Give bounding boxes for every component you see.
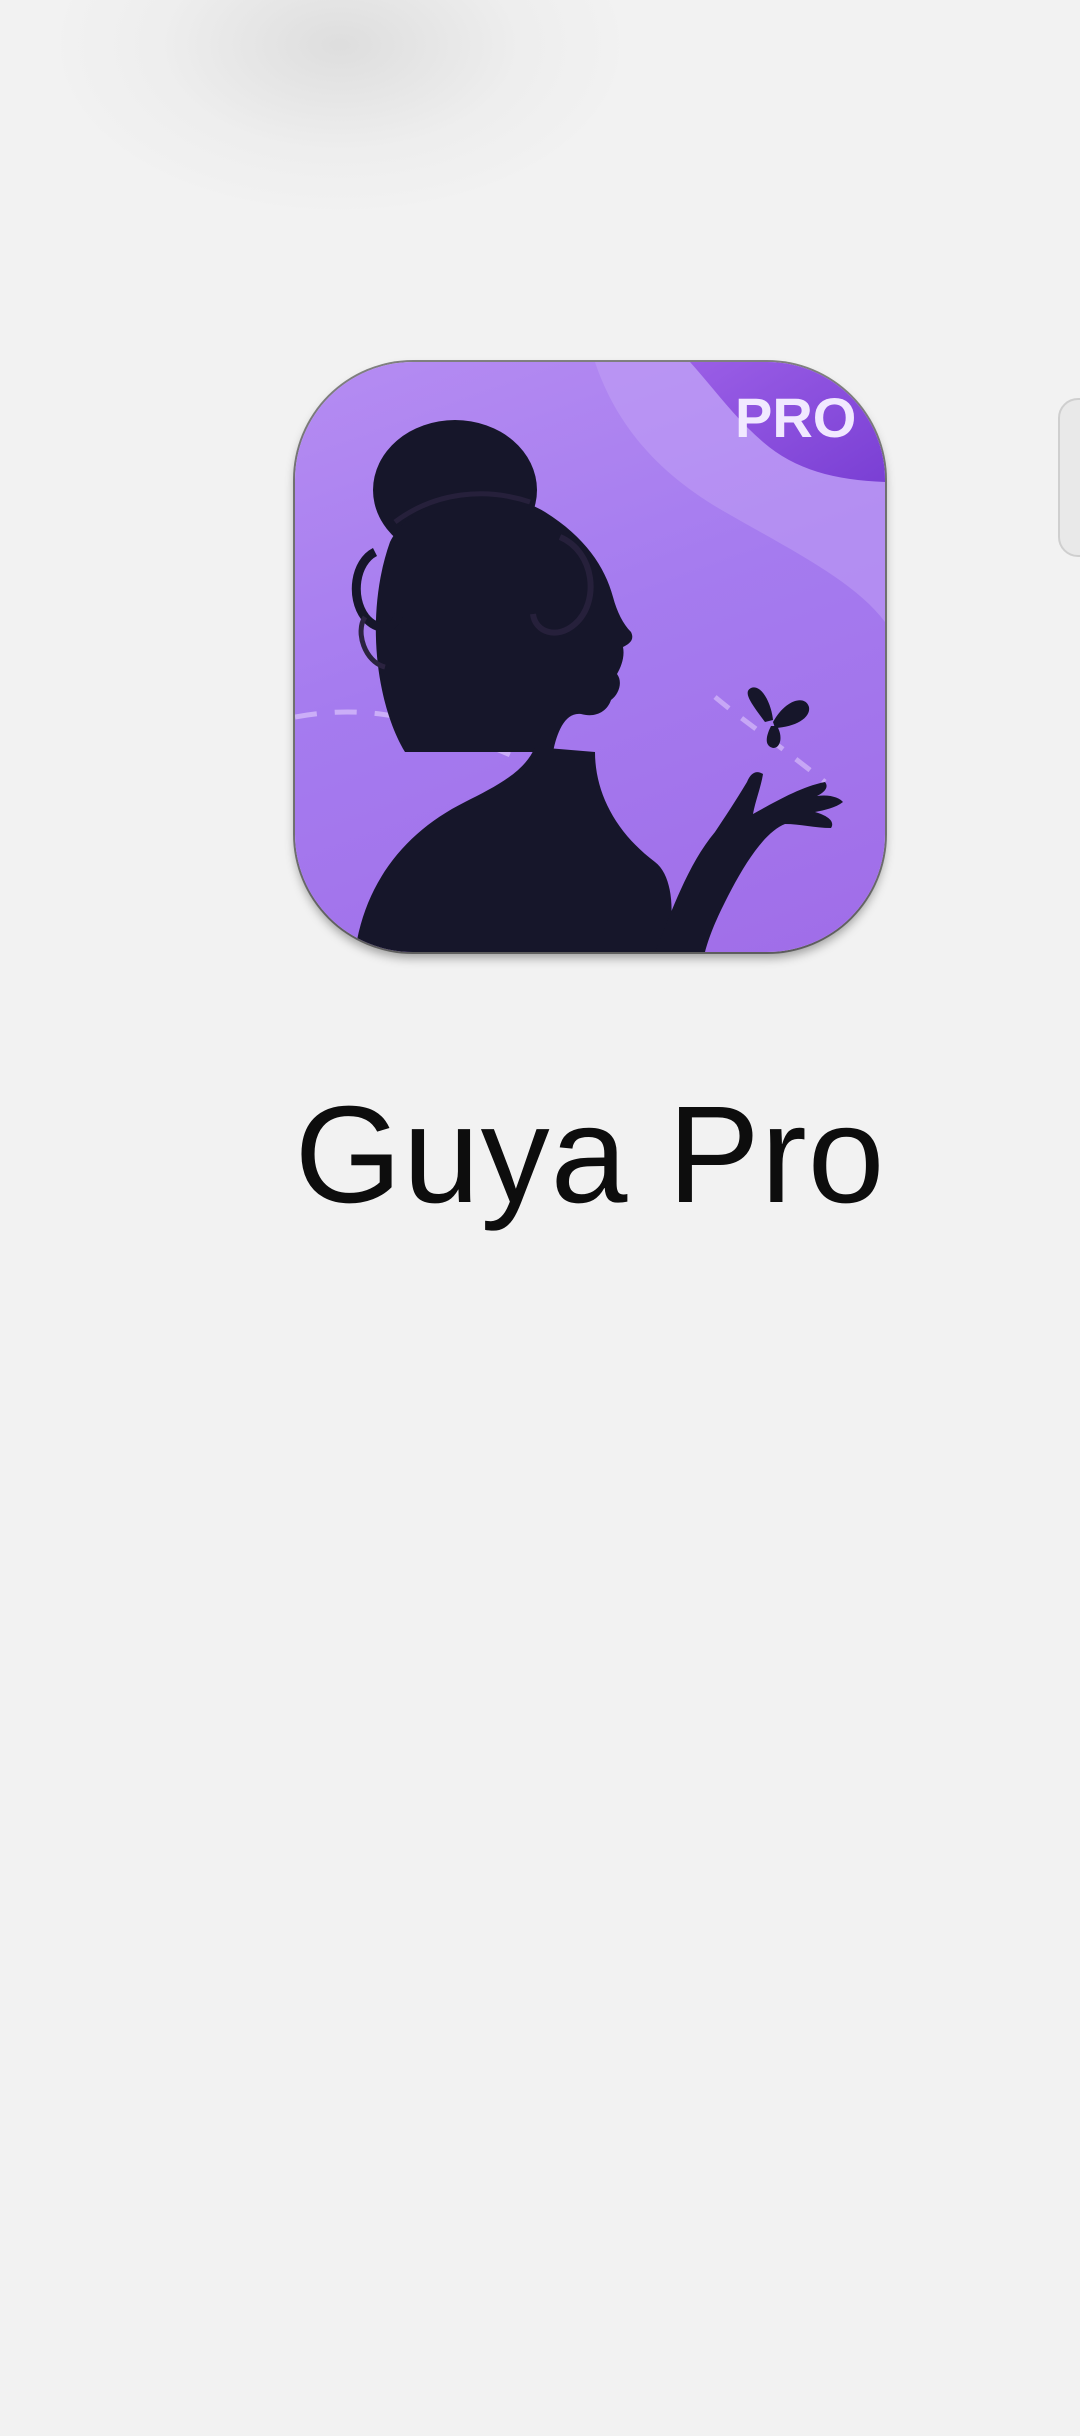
background-shade bbox=[60, 0, 620, 210]
app-shortcut-guya-pro[interactable]: PRO Guya Pro bbox=[270, 350, 910, 1250]
screen: PRO Guya Pro bbox=[0, 0, 1080, 2436]
app-name-label: Guya Pro bbox=[294, 1078, 886, 1232]
woman-silhouette-butterfly-icon: PRO bbox=[295, 362, 885, 952]
pro-badge: PRO bbox=[735, 386, 856, 449]
edge-panel-handle[interactable] bbox=[1058, 398, 1080, 557]
app-icon[interactable]: PRO bbox=[295, 362, 885, 952]
butterfly-icon bbox=[747, 687, 810, 748]
